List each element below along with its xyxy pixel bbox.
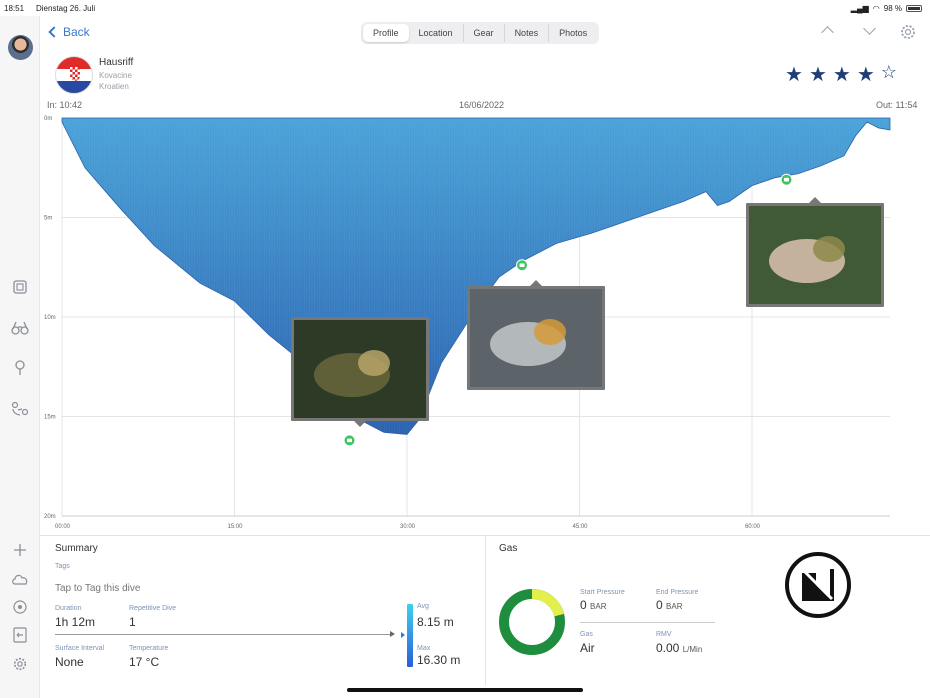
home-indicator[interactable] [347,688,583,692]
camera-icon [347,438,352,443]
tab-photos[interactable]: Photos [549,24,597,42]
dive-site-country: Kroatien [99,82,129,91]
summary-timeline [55,634,391,635]
panel-divider [485,535,486,685]
tab-bar: Profile Location Gear Notes Photos [361,22,600,44]
duration-value: 1h 12m [55,615,96,629]
gas-type-value: Air [580,641,595,655]
tab-profile[interactable]: Profile [363,24,409,42]
summary-title: Summary [55,543,98,554]
camera-icon [519,263,525,268]
binoculars-icon[interactable] [9,317,31,339]
depth-marker-icon [401,632,405,638]
avg-depth-value: 8.15 m [417,615,454,629]
rating-stars[interactable]: ★ ★ ★ ★ ☆ [785,62,897,87]
gas-divider [580,622,715,623]
timeline-arrow-icon [390,631,395,637]
status-indicators: ▂▄▆ ◠ 98 % [851,4,922,13]
x-tick-label: 60:00 [745,524,761,530]
photo-detail [534,319,566,345]
depth-profile-chart[interactable]: 0m 5m 10m 15m 20m 00:00 15:00 30:00 45:00 60:00 [40,110,930,535]
import-icon[interactable] [9,624,31,646]
status-date: Dienstag 26. Juli [36,4,96,13]
tag-dive-button[interactable]: Tap to Tag this dive [55,583,140,594]
cloud-icon[interactable] [9,568,31,590]
gas-title: Gas [499,543,518,554]
gas-type-label: Gas [580,631,593,638]
rmv-value: 0.00 L/Min [656,641,703,655]
left-rail [0,16,40,698]
back-button[interactable]: Back [48,25,90,39]
tab-notes[interactable]: Notes [505,24,550,42]
x-tick-label: 30:00 [400,524,416,530]
star-filled-icon[interactable]: ★ [785,62,803,87]
camera-icon [784,177,789,182]
dive-site-place: Kovacine [99,71,132,80]
y-tick-label: 15m [44,415,56,421]
x-tick-label: 15:00 [228,524,244,530]
dive-site-name: Hausriff [99,57,134,68]
back-label: Back [63,25,90,39]
duration-label: Duration [55,605,82,612]
status-bar: 18:51 Dienstag 26. Juli ▂▄▆ ◠ 98 % [0,0,930,16]
tab-location[interactable]: Location [409,24,464,42]
end-pressure-label: End Pressure [656,589,699,596]
rmv-label: RMV [656,631,672,638]
chevron-down-icon[interactable] [863,22,876,35]
y-tick-label: 20m [44,514,56,520]
temperature-label: Temperature [129,645,169,652]
y-tick-label: 5m [44,216,52,222]
profile-icon[interactable] [9,276,31,298]
tab-gear[interactable]: Gear [464,24,505,42]
star-filled-icon[interactable]: ★ [809,62,827,87]
gear-icon[interactable] [900,24,916,45]
settings-icon[interactable] [9,653,31,675]
repetitive-label: Repetitive Dive [129,605,177,612]
avatar[interactable] [8,35,33,60]
dive-detail-screen: 18:51 Dienstag 26. Juli ▂▄▆ ◠ 98 % Back … [0,0,930,698]
photo-detail [813,236,845,262]
plus-icon[interactable] [9,539,31,561]
x-tick-label: 45:00 [573,524,589,530]
temperature-value: 17 °C [129,655,160,669]
target-icon[interactable] [9,596,31,618]
avg-depth-label: Avg [417,603,429,610]
status-time: 18:51 [4,4,25,13]
star-empty-icon[interactable]: ☆ [881,62,897,87]
y-tick-label: 10m [44,315,56,321]
start-pressure-value: 0 BAR [580,598,607,612]
end-pressure-value: 0 BAR [656,598,683,612]
start-pressure-label: Start Pressure [580,589,625,596]
photo-detail [358,350,390,376]
signal-icon: ▂▄▆ [850,4,869,13]
x-tick-label: 00:00 [55,524,71,530]
max-depth-value: 16.30 m [417,653,461,667]
pin-icon[interactable] [9,357,31,379]
star-filled-icon[interactable]: ★ [857,62,875,87]
battery-icon [906,5,922,12]
time-in: In: 10:42 [47,100,83,110]
star-filled-icon[interactable]: ★ [833,62,851,87]
app-logo-icon [785,552,851,618]
wifi-icon: ◠ [872,4,880,13]
time-out: Out: 11:54 [876,100,918,110]
max-depth-label: Max [417,645,431,652]
repetitive-value: 1 [129,615,136,629]
dive-date: 16/06/2022 [459,100,505,110]
diver-icon[interactable] [9,398,31,420]
depth-gradient-bar [407,604,413,667]
back-chevron-icon [48,26,60,38]
gas-donut-chart [499,589,565,655]
surface-label: Surface Interval [55,645,105,652]
battery-percent: 98 % [883,4,902,13]
croatia-flag-icon [55,56,93,94]
chevron-up-icon[interactable] [821,26,834,39]
surface-value: None [55,655,84,669]
tags-label: Tags [55,563,70,570]
y-tick-label: 0m [44,116,52,122]
